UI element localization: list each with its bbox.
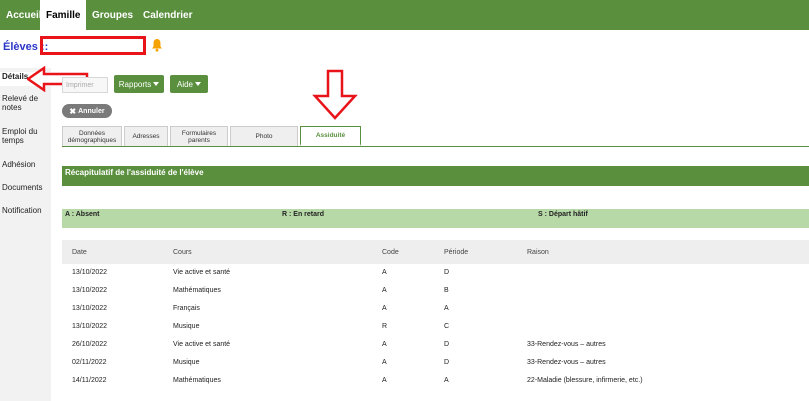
cell-raison: 33-Rendez-vous – autres bbox=[527, 359, 606, 366]
caret-down-icon bbox=[153, 82, 160, 86]
section-title: Récapitulatif de l'assiduité de l'élève bbox=[65, 168, 204, 177]
sidebar-item-releve-de-notes[interactable]: Relevé de notes bbox=[2, 94, 50, 112]
table-row: 13/10/2022 Mathématiques A B bbox=[62, 282, 809, 300]
table-row: 13/10/2022 Vie active et santé A D bbox=[62, 264, 809, 282]
nav-tab-famille[interactable]: Famille bbox=[40, 0, 86, 30]
sidebar-item-adhesion[interactable]: Adhésion bbox=[2, 160, 50, 169]
cell-date: 13/10/2022 bbox=[72, 305, 108, 312]
sidebar-item-emploi-du-temps[interactable]: Emploi du temps bbox=[2, 127, 50, 145]
nav-tab-calendrier[interactable]: Calendrier bbox=[137, 0, 199, 30]
header-date: Date bbox=[72, 249, 87, 256]
cell-date: 13/10/2022 bbox=[72, 269, 108, 276]
legend-early: S : Départ hâtif bbox=[538, 211, 588, 218]
cell-code: A bbox=[382, 305, 387, 312]
header-raison: Raison bbox=[527, 249, 549, 256]
table-row: 13/10/2022 Musique R C bbox=[62, 318, 809, 336]
cell-periode: A bbox=[444, 377, 449, 384]
table-row: 02/11/2022 Musique A D 33-Rendez-vous – autr… bbox=[62, 354, 809, 372]
legend-absent: A : Absent bbox=[65, 211, 100, 218]
tab-assiduite[interactable]: Assiduité bbox=[300, 126, 361, 146]
aide-button[interactable]: Aide bbox=[170, 75, 208, 93]
cell-date: 13/10/2022 bbox=[72, 287, 108, 294]
cell-date: 02/11/2022 bbox=[72, 359, 107, 366]
cell-periode: D bbox=[444, 359, 450, 366]
table-row: 13/10/2022 Français A A bbox=[62, 300, 809, 318]
annuler-label: Annuler bbox=[78, 107, 105, 115]
cell-cours: Musique bbox=[173, 323, 200, 330]
cell-date: 26/10/2022 bbox=[72, 341, 108, 348]
cell-code: A bbox=[382, 359, 387, 366]
nav-tab-groupes[interactable]: Groupes bbox=[86, 0, 137, 30]
print-button[interactable]: Imprimer bbox=[62, 77, 108, 93]
header-periode: Période bbox=[444, 249, 469, 256]
cell-periode: C bbox=[444, 323, 450, 330]
tab-formulaires-parents[interactable]: Formulaires parents bbox=[170, 126, 228, 146]
tab-divider bbox=[62, 146, 809, 147]
bell-icon[interactable] bbox=[151, 38, 163, 52]
rapports-button[interactable]: Rapports bbox=[114, 75, 164, 93]
table-row: 26/10/2022 Vie active et santé A D 33-Rendez… bbox=[62, 336, 809, 354]
cell-code: A bbox=[382, 377, 387, 384]
cell-raison: 33-Rendez-vous – autres bbox=[527, 341, 606, 348]
sidebar: Détails Relevé de notes Emploi du temps … bbox=[0, 68, 51, 401]
section-header: Récapitulatif de l'assiduité de l'élève bbox=[62, 166, 809, 186]
cell-periode: A bbox=[444, 305, 449, 312]
cell-code: A bbox=[382, 269, 387, 276]
tab-photo[interactable]: Photo bbox=[230, 126, 298, 146]
top-navigation: Accueil Famille Groupes Calendrier bbox=[0, 0, 809, 30]
cell-date: 14/11/2022 bbox=[72, 377, 107, 384]
header-code: Code bbox=[382, 249, 399, 256]
cell-raison: 22-Maladie (blessure, infirmerie, etc.) bbox=[527, 377, 643, 384]
cell-cours: Mathématiques bbox=[173, 287, 221, 294]
cell-code: A bbox=[382, 287, 387, 294]
cell-periode: D bbox=[444, 341, 450, 348]
cell-periode: B bbox=[444, 287, 449, 294]
cell-cours: Musique bbox=[173, 359, 200, 366]
tab-adresses[interactable]: Adresses bbox=[124, 126, 168, 146]
cell-cours: Français bbox=[173, 305, 200, 312]
tab-donnees-demographiques[interactable]: Données démographiques bbox=[62, 126, 122, 146]
sidebar-item-notification[interactable]: Notification bbox=[2, 206, 50, 215]
x-icon: ✖ bbox=[69, 106, 77, 116]
aide-label: Aide bbox=[176, 79, 193, 89]
red-arrow-down-icon bbox=[312, 69, 358, 120]
cell-code: R bbox=[382, 323, 388, 330]
cell-date: 13/10/2022 bbox=[72, 323, 108, 330]
annuler-button[interactable]: ✖ Annuler bbox=[62, 104, 112, 118]
nav-tab-accueil[interactable]: Accueil bbox=[0, 0, 42, 30]
cell-code: A bbox=[382, 341, 387, 348]
cell-cours: Mathématiques bbox=[173, 377, 221, 384]
sidebar-item-documents[interactable]: Documents bbox=[2, 183, 50, 192]
legend-late: R : En retard bbox=[282, 211, 325, 218]
cell-cours: Vie active et santé bbox=[173, 269, 231, 276]
table-header: Date Cours Code Période Raison bbox=[62, 240, 809, 264]
table-row: 14/11/2022 Mathématiques A A 22-Maladie (ble… bbox=[62, 372, 809, 390]
attendance-legend: A : Absent R : En retard S : Départ hâti… bbox=[62, 209, 809, 228]
redacted-name-box bbox=[40, 36, 146, 55]
header-cours: Cours bbox=[173, 249, 192, 256]
cell-cours: Vie active et santé bbox=[173, 341, 231, 348]
rapports-label: Rapports bbox=[118, 79, 152, 89]
caret-down-icon bbox=[195, 82, 201, 86]
cell-periode: D bbox=[444, 269, 450, 276]
